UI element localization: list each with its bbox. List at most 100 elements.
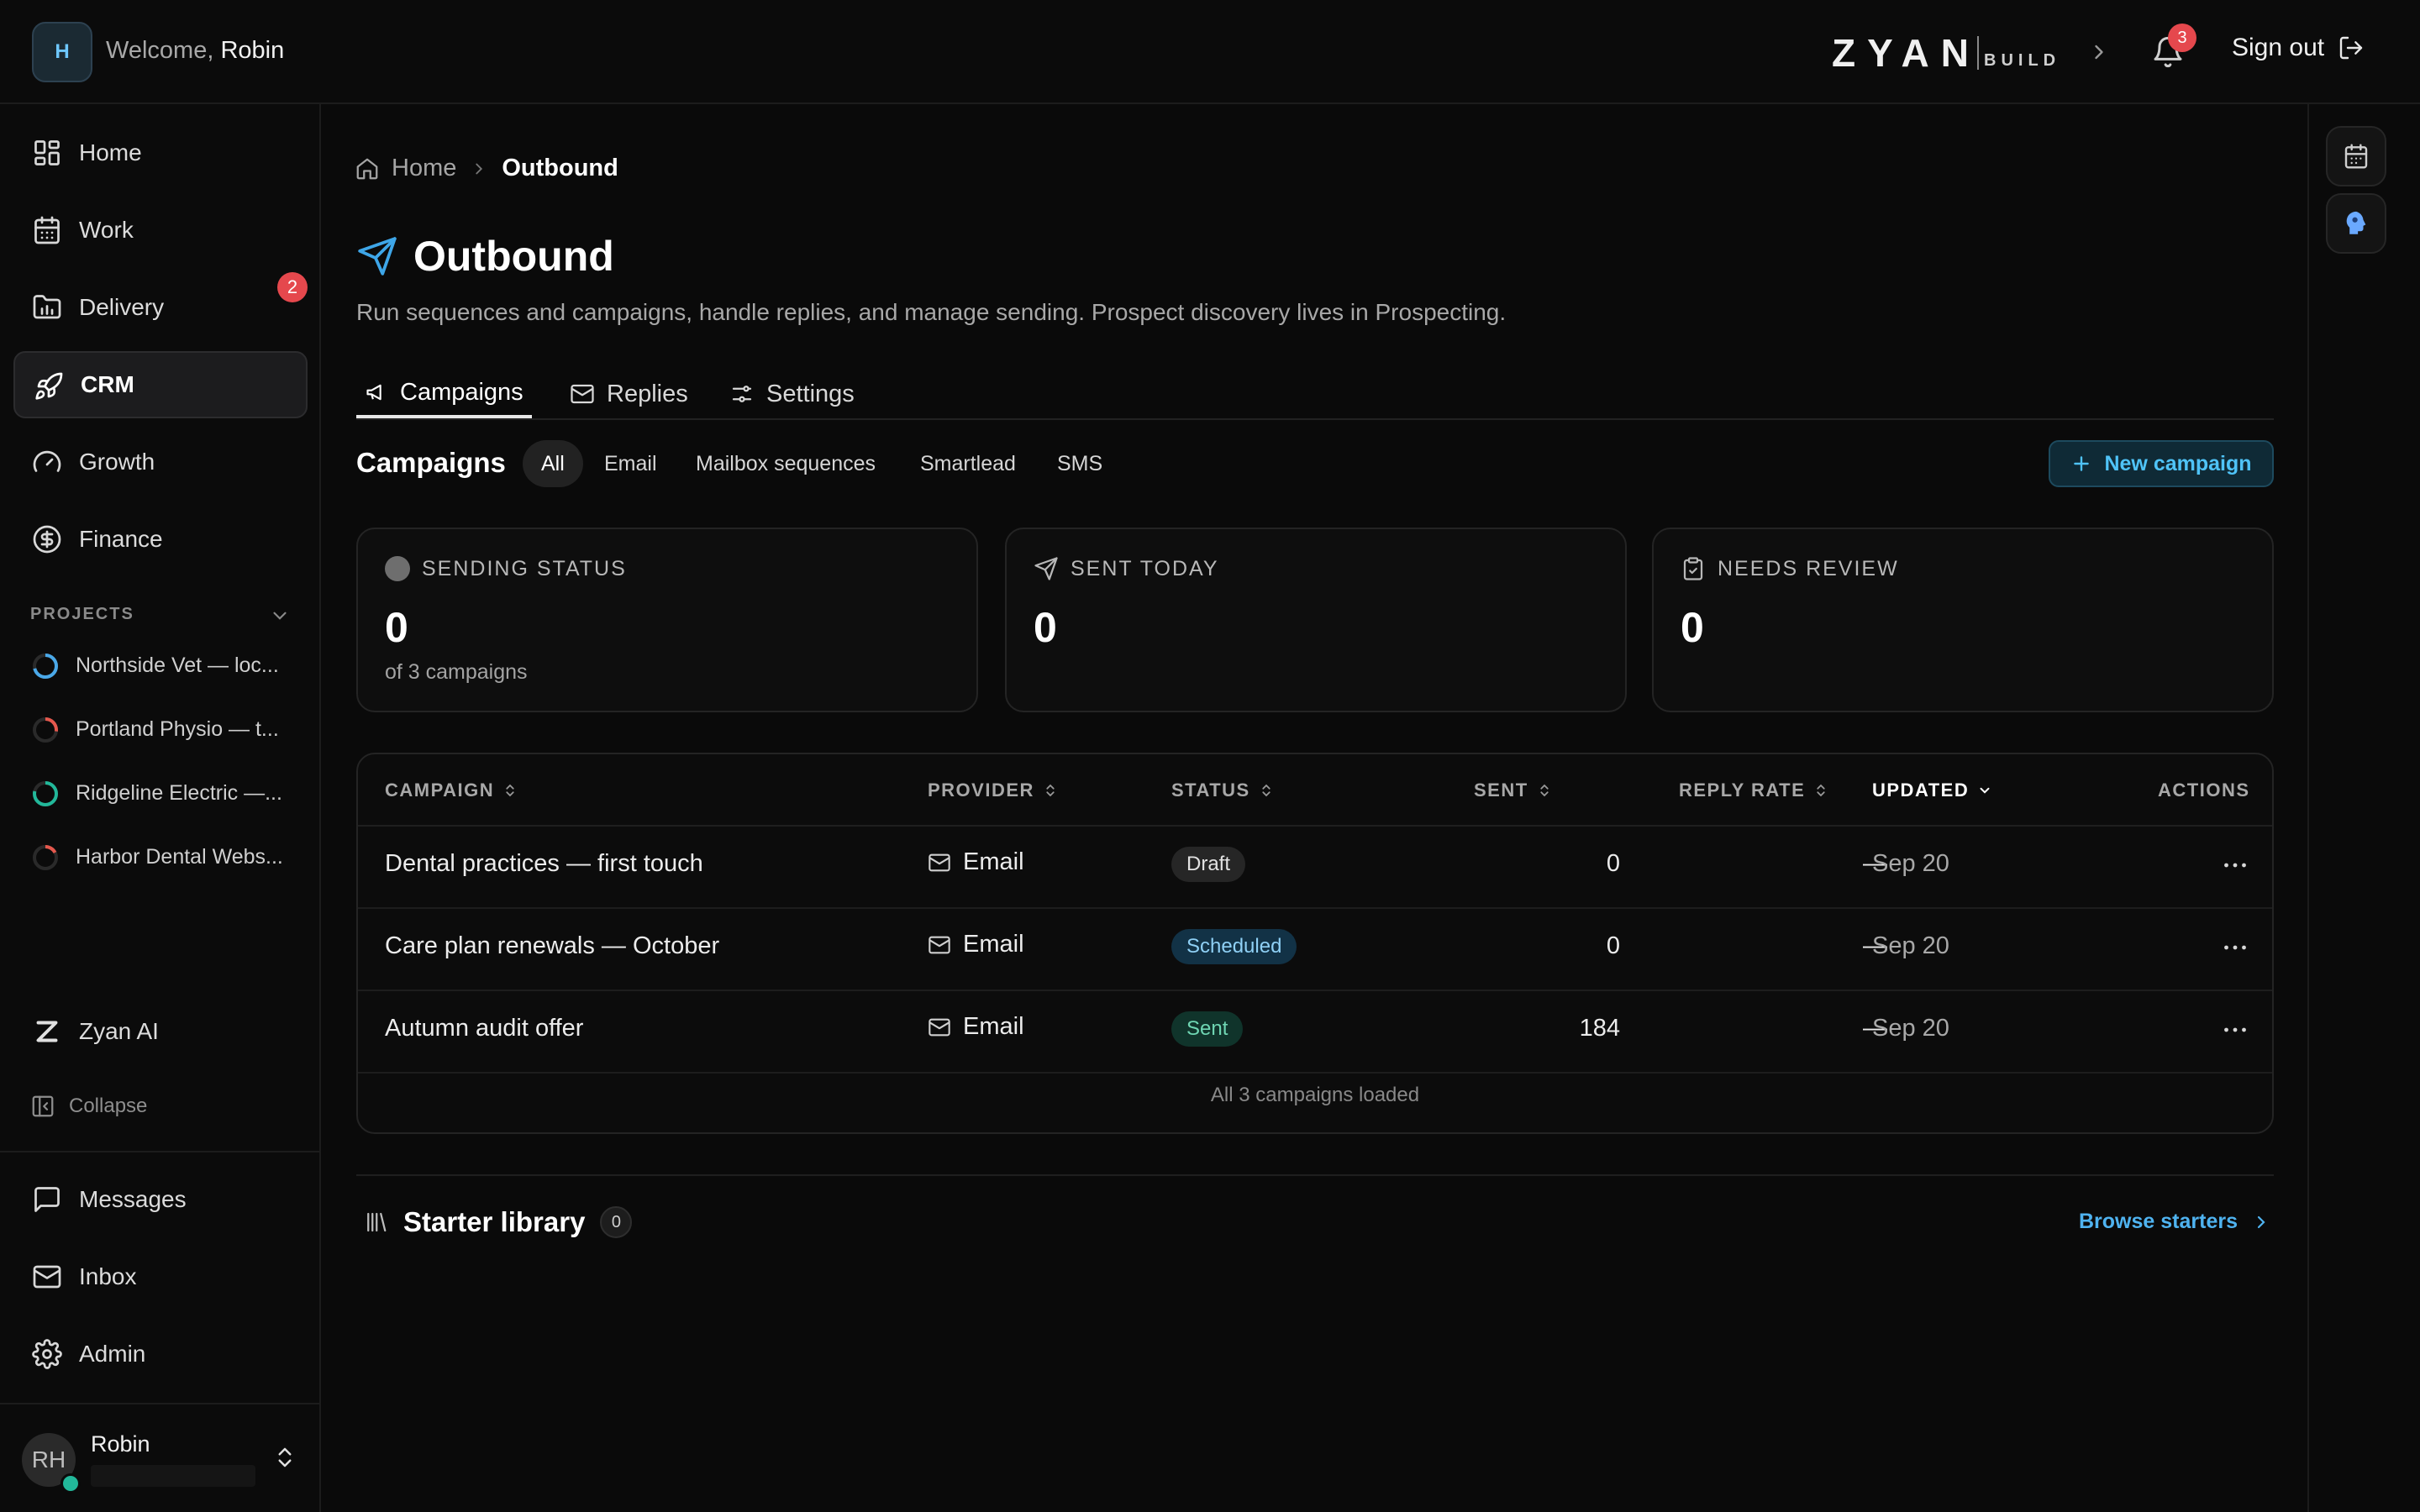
delivery-count-badge: 2 <box>277 272 308 302</box>
project-name: Ridgeline Electric —... <box>76 781 282 805</box>
column-label: UPDATED <box>1872 780 1970 801</box>
stat-label: SENDING STATUS <box>422 556 627 580</box>
column-header-provider[interactable]: PROVIDER <box>928 780 1058 801</box>
sidebar-item-crm[interactable]: CRM <box>13 351 308 418</box>
column-label: CAMPAIGN <box>385 780 495 801</box>
table-header: CAMPAIGN PROVIDER STATUS SENT REPLY RATE… <box>358 754 2272 827</box>
mail-icon <box>32 1262 62 1292</box>
table-row[interactable]: Autumn audit offer Email Sent 184 — Sep … <box>358 990 2272 1074</box>
progress-ring-icon <box>32 780 59 813</box>
project-name: Portland Physio — t... <box>76 717 279 741</box>
filter-smartlead[interactable]: Smartlead <box>902 440 1034 487</box>
project-item[interactable]: Portland Physio — t... <box>32 712 309 746</box>
sidebar-item-zyan-ai[interactable]: Zyan AI <box>13 998 308 1065</box>
table-row[interactable]: Dental practices — first touch Email Dra… <box>358 825 2272 909</box>
table-row[interactable]: Care plan renewals — October Email Sched… <box>358 907 2272 991</box>
campaign-name[interactable]: Autumn audit offer <box>385 1015 583 1042</box>
sent-count: 184 <box>1579 1015 1620 1042</box>
column-header-campaign[interactable]: CAMPAIGN <box>385 780 518 801</box>
browse-starters-link[interactable]: Browse starters <box>2079 1210 2271 1234</box>
dollar-circle-icon <box>32 524 62 554</box>
logo-divider <box>1977 36 1979 70</box>
app: H Welcome, Robin ZYAN BUILD 3 Sign out H… <box>0 0 2420 1512</box>
tab-settings[interactable]: Settings <box>729 370 855 418</box>
filter-email[interactable]: Email <box>586 440 676 487</box>
sign-out-label: Sign out <box>2232 34 2325 61</box>
project-name: Harbor Dental Webs... <box>76 845 283 869</box>
sidebar-item-finance[interactable]: Finance <box>13 506 308 573</box>
project-item[interactable]: Harbor Dental Webs... <box>32 840 309 874</box>
sidebar-item-growth[interactable]: Growth <box>13 428 308 496</box>
chevron-right-icon[interactable] <box>2087 40 2111 64</box>
sidebar-item-messages[interactable]: Messages <box>13 1166 308 1233</box>
campaign-name[interactable]: Care plan renewals — October <box>385 932 719 960</box>
column-header-updated[interactable]: UPDATED <box>1872 780 1992 801</box>
table-footer: All 3 campaigns loaded <box>1210 1084 1420 1106</box>
filter-sms[interactable]: SMS <box>1039 440 1121 487</box>
ai-assistant-button[interactable] <box>2326 193 2386 254</box>
tab-campaigns[interactable]: Campaigns <box>356 370 532 418</box>
send-icon <box>356 235 398 277</box>
column-label: PROVIDER <box>928 780 1034 801</box>
sidebar-item-admin[interactable]: Admin <box>13 1320 308 1388</box>
brain-head-icon <box>2342 209 2370 238</box>
sidebar-item-work[interactable]: Work <box>13 197 308 264</box>
more-horizontal-icon[interactable] <box>2220 850 2250 880</box>
column-header-reply-rate[interactable]: REPLY RATE <box>1679 780 1828 801</box>
status-badge: Sent <box>1171 1011 1244 1047</box>
logo-sub: BUILD <box>1984 50 2061 70</box>
stat-subtext: of 3 campaigns <box>385 660 528 684</box>
sliders-icon <box>729 381 755 407</box>
column-header-status[interactable]: STATUS <box>1171 780 1274 801</box>
sign-out-button[interactable]: Sign out <box>2232 34 2365 62</box>
breadcrumb-home[interactable]: Home <box>392 155 456 182</box>
sidebar-item-label: Finance <box>79 526 163 552</box>
home-icon[interactable] <box>355 156 380 181</box>
more-horizontal-icon[interactable] <box>2220 932 2250 963</box>
tab-replies[interactable]: Replies <box>570 370 688 418</box>
chevron-right-icon <box>470 160 488 178</box>
sidebar-item-label: CRM <box>81 371 134 397</box>
grid-icon <box>32 138 62 168</box>
zyan-build-logo[interactable]: ZYAN BUILD <box>1832 31 2061 75</box>
project-item[interactable]: Northside Vet — loc... <box>32 648 309 682</box>
project-name: Northside Vet — loc... <box>76 654 279 677</box>
right-rail <box>2307 104 2420 1512</box>
user-menu[interactable]: RH Robin <box>22 1421 299 1497</box>
column-header-sent[interactable]: SENT <box>1474 780 1552 801</box>
send-icon <box>1034 556 1059 581</box>
campaign-name[interactable]: Dental practices — first touch <box>385 850 703 878</box>
user-name: Robin <box>91 1431 150 1457</box>
sidebar-item-home[interactable]: Home <box>13 119 308 186</box>
projects-heading: PROJECTS <box>30 605 134 623</box>
sidebar-item-label: Zyan AI <box>79 1018 159 1044</box>
starter-library-header: Starter library 0 <box>363 1206 633 1238</box>
sort-icon <box>1813 783 1828 798</box>
megaphone-icon <box>365 381 388 404</box>
column-label: STATUS <box>1171 780 1250 801</box>
calendar-button[interactable] <box>2326 126 2386 186</box>
tab-bar: Campaigns Replies Settings <box>356 361 2274 420</box>
mail-icon <box>928 851 951 874</box>
filter-all[interactable]: All <box>523 440 583 487</box>
more-horizontal-icon[interactable] <box>2220 1015 2250 1045</box>
progress-ring-icon <box>32 653 59 685</box>
status-badge: Scheduled <box>1171 929 1297 964</box>
updated-date: Sep 20 <box>1872 850 1949 877</box>
new-campaign-button[interactable]: New campaign <box>2049 440 2274 487</box>
welcome-text: Welcome, Robin <box>106 37 285 64</box>
project-item[interactable]: Ridgeline Electric —... <box>32 776 309 810</box>
filter-mailbox-sequences[interactable]: Mailbox sequences <box>677 440 894 487</box>
collapse-button[interactable]: Collapse <box>30 1094 147 1119</box>
online-status-dot <box>60 1473 81 1494</box>
plus-icon <box>2070 453 2092 475</box>
calendar-icon <box>2343 143 2370 170</box>
sidebar-item-inbox[interactable]: Inbox <box>13 1243 308 1310</box>
sort-icon <box>1537 783 1552 798</box>
workspace-avatar[interactable]: H <box>32 22 92 82</box>
sidebar: Home Work Delivery 2 CRM Growth Finance … <box>0 104 321 1512</box>
sidebar-item-delivery[interactable]: Delivery <box>13 274 308 341</box>
provider-label: Email <box>963 1013 1024 1040</box>
chevron-down-icon[interactable] <box>269 605 291 627</box>
sidebar-item-label: Messages <box>79 1186 187 1212</box>
